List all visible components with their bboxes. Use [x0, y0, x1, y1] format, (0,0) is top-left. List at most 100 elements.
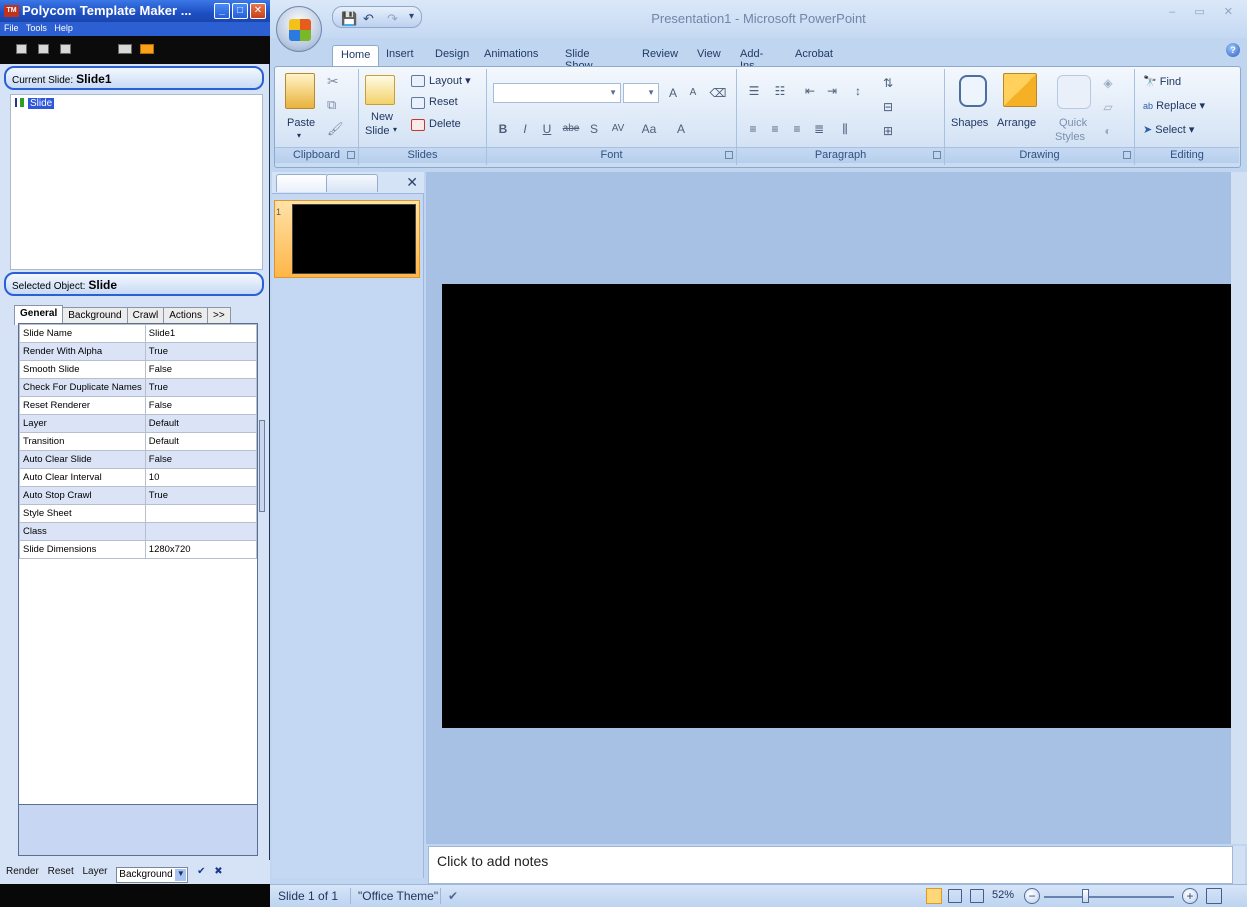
cancel-x-icon[interactable]: ✖: [214, 866, 222, 877]
decrease-indent-icon[interactable]: ⇤: [799, 81, 821, 103]
align-text-icon[interactable]: ⊟: [877, 97, 899, 119]
delete-button[interactable]: Delete: [429, 118, 461, 130]
align-center-icon[interactable]: ≡: [765, 119, 785, 141]
tab-review[interactable]: Review: [634, 45, 686, 63]
tab-view[interactable]: View: [689, 45, 729, 63]
tab-design[interactable]: Design: [427, 45, 477, 63]
shadow-button[interactable]: S: [585, 119, 603, 141]
notes-pane[interactable]: Click to add notes: [428, 846, 1233, 884]
layer-button[interactable]: Layer: [83, 866, 108, 877]
shape-fill-icon[interactable]: ◈: [1095, 73, 1121, 95]
tab-home[interactable]: Home: [332, 45, 380, 68]
fit-to-window-icon[interactable]: [1206, 888, 1222, 904]
property-row[interactable]: Auto Clear Interval 10: [19, 468, 258, 487]
smartart-icon[interactable]: ⊞: [877, 121, 899, 143]
window-controls[interactable]: – ▭ ✕: [1169, 5, 1241, 18]
select-button[interactable]: ➤ Select ▾: [1143, 123, 1194, 136]
justify-icon[interactable]: ≣: [809, 119, 829, 141]
cut-icon[interactable]: ✂: [327, 73, 339, 90]
layout-button[interactable]: Layout ▾: [429, 74, 471, 87]
quick-styles-label-2[interactable]: Styles: [1055, 131, 1085, 143]
tab-slides[interactable]: [276, 174, 328, 192]
property-value[interactable]: Default: [144, 414, 258, 433]
property-row[interactable]: Check For Duplicate Names True: [19, 378, 258, 397]
quick-styles-icon[interactable]: [1057, 75, 1091, 109]
reset-button[interactable]: Reset: [48, 866, 74, 877]
property-value[interactable]: [144, 504, 258, 523]
property-value[interactable]: False: [144, 450, 258, 469]
align-right-icon[interactable]: ≡: [787, 119, 807, 141]
vertical-scrollbar[interactable]: [1231, 172, 1247, 844]
shapes-icon[interactable]: [959, 75, 987, 107]
tab-animations[interactable]: Animations: [476, 45, 546, 63]
strikethrough-button[interactable]: abe: [559, 119, 583, 141]
property-row[interactable]: Class: [19, 522, 258, 541]
image-icon[interactable]: [38, 44, 49, 54]
zoom-slider-thumb[interactable]: [1082, 889, 1089, 903]
tab-insert[interactable]: Insert: [378, 45, 422, 63]
find-button[interactable]: 🔭 Find: [1143, 75, 1181, 88]
slide-sorter-view-icon[interactable]: [948, 889, 962, 903]
render-button[interactable]: Render: [6, 866, 39, 877]
clear-formatting-icon[interactable]: ⌫: [707, 83, 729, 105]
reset-button[interactable]: Reset: [429, 96, 458, 108]
save-icon[interactable]: 💾: [341, 11, 357, 27]
menu-tools[interactable]: Tools: [26, 23, 47, 33]
property-value[interactable]: True: [144, 342, 258, 361]
background-select[interactable]: Background ▼: [116, 867, 189, 883]
grow-font-icon[interactable]: A: [663, 83, 683, 105]
property-row[interactable]: Layer Default: [19, 414, 258, 433]
copy-slide-icon[interactable]: [16, 44, 27, 54]
apply-check-icon[interactable]: ✔: [197, 866, 205, 877]
bold-button[interactable]: B: [493, 119, 513, 141]
zoom-out-icon[interactable]: −: [1024, 888, 1040, 904]
tab-outline[interactable]: [326, 174, 378, 192]
notes-scrollbar[interactable]: [1233, 846, 1245, 884]
property-row[interactable]: Auto Clear Slide False: [19, 450, 258, 469]
slide-canvas[interactable]: [442, 284, 1231, 728]
property-row[interactable]: Slide Name Slide1: [19, 324, 258, 343]
character-spacing-button[interactable]: AV: [605, 119, 631, 141]
arrange-button[interactable]: Arrange: [997, 117, 1036, 129]
close-icon[interactable]: ✕: [250, 3, 266, 19]
slide-show-view-icon[interactable]: [970, 889, 984, 903]
property-row[interactable]: Style Sheet: [19, 504, 258, 523]
arrange-icon[interactable]: [1003, 73, 1037, 107]
copy-icon[interactable]: ⧉: [327, 97, 336, 113]
office-button[interactable]: [276, 6, 322, 52]
replace-button[interactable]: ab Replace ▾: [1143, 99, 1205, 112]
zoom-in-icon[interactable]: +: [1182, 888, 1198, 904]
property-value[interactable]: True: [144, 378, 258, 397]
format-painter-icon[interactable]: 🖌: [327, 121, 344, 137]
zoom-slider[interactable]: [1044, 896, 1174, 898]
font-name-select[interactable]: ▼: [493, 83, 621, 103]
zoom-level[interactable]: 52%: [992, 889, 1014, 901]
chevron-down-icon[interactable]: ▾: [393, 125, 397, 134]
property-value[interactable]: False: [144, 360, 258, 379]
new-slide-icon[interactable]: [365, 75, 395, 105]
customize-qat-icon[interactable]: ▾: [409, 11, 414, 22]
paste-icon[interactable]: [285, 73, 315, 109]
shape-effects-icon[interactable]: ◐: [1095, 121, 1121, 143]
line-spacing-icon[interactable]: ↕: [847, 81, 869, 103]
property-row[interactable]: Render With Alpha True: [19, 342, 258, 361]
menu-file[interactable]: File: [4, 23, 19, 33]
quick-styles-label-1[interactable]: Quick: [1059, 117, 1087, 129]
property-row[interactable]: Auto Stop Crawl True: [19, 486, 258, 505]
export-icon[interactable]: [118, 44, 132, 54]
paste-button[interactable]: Paste: [287, 117, 315, 129]
property-value[interactable]: Slide1: [144, 324, 258, 343]
property-row[interactable]: Slide Dimensions 1280x720: [19, 540, 258, 559]
increase-indent-icon[interactable]: ⇥: [821, 81, 843, 103]
font-color-button[interactable]: A: [669, 119, 693, 141]
slide-thumbnail[interactable]: [292, 204, 416, 274]
shape-outline-icon[interactable]: ▱: [1095, 97, 1121, 119]
tree-item-slide[interactable]: Slide: [15, 98, 55, 109]
dialog-launcher-icon[interactable]: [725, 151, 733, 159]
paste-dropdown-icon[interactable]: ▾: [297, 131, 301, 140]
close-pane-icon[interactable]: ✕: [406, 174, 418, 191]
slide-tree[interactable]: Slide: [10, 94, 263, 270]
spell-check-icon[interactable]: ✔: [448, 889, 458, 903]
undo-icon[interactable]: ↶: [363, 11, 374, 27]
new-slide-label-1[interactable]: New: [371, 111, 393, 123]
